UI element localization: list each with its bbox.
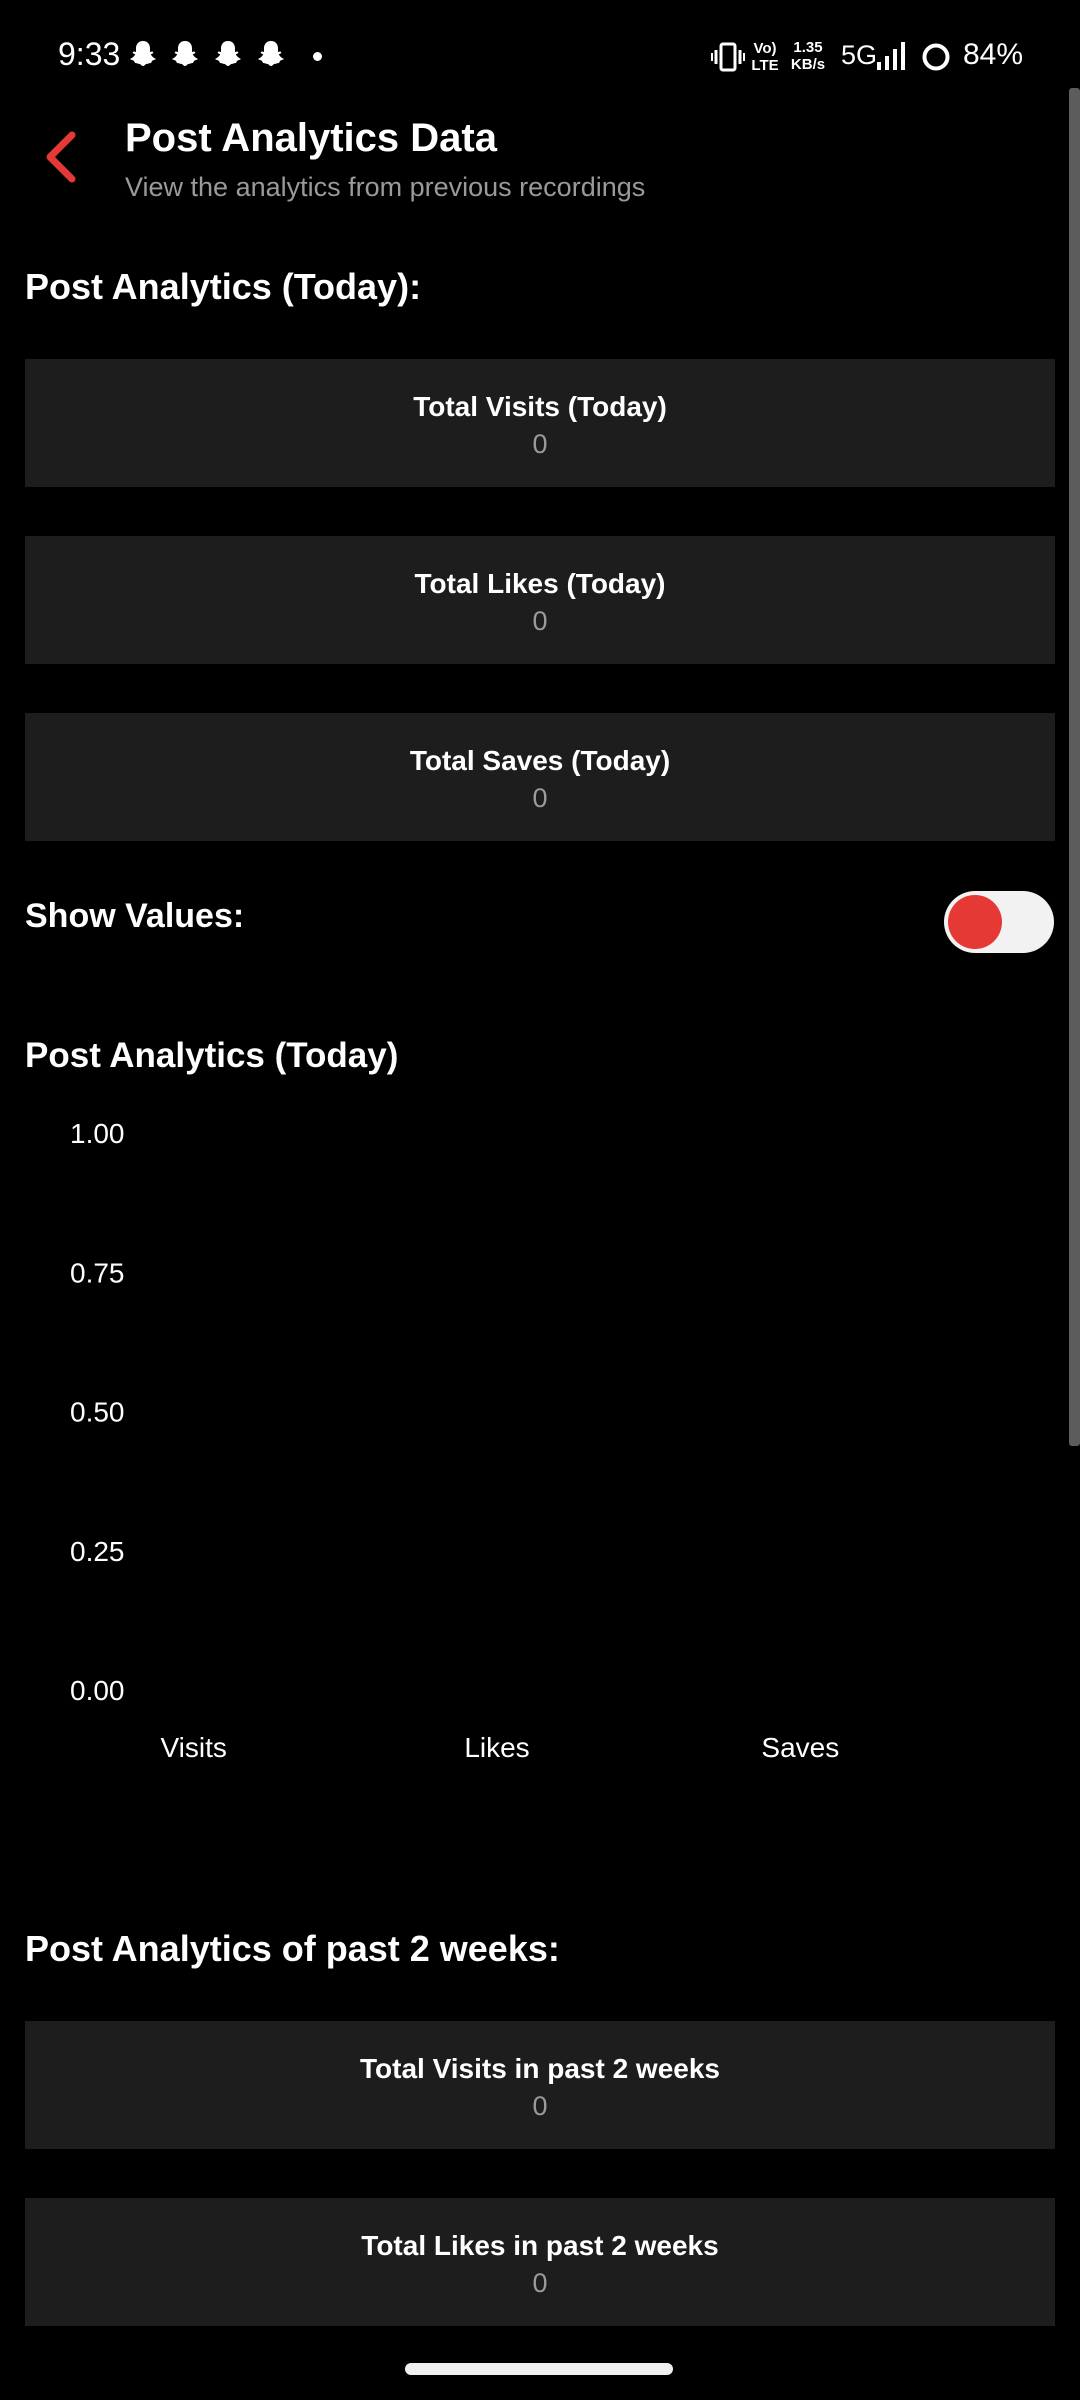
- stat-value: 0: [532, 783, 548, 813]
- toggle-thumb: [948, 895, 1002, 949]
- x-tick-label: Visits: [160, 1732, 226, 1763]
- snapchat-notification-icon: [215, 41, 241, 66]
- stat-value: 0: [532, 2091, 548, 2121]
- stat-label: Total Saves (Today): [409, 745, 671, 776]
- y-tick-label: 0.75: [70, 1257, 125, 1288]
- vibrate-icon: [711, 42, 745, 72]
- x-tick-label: Saves: [761, 1732, 839, 1763]
- network-speed: 1.35 KB/s: [790, 39, 826, 73]
- stat-value: 0: [532, 2268, 548, 2298]
- stat-value: 0: [532, 429, 548, 459]
- home-indicator[interactable]: [405, 2363, 673, 2375]
- y-tick-label: 0.25: [70, 1536, 125, 1567]
- status-time: 9:33: [58, 36, 121, 72]
- status-bar: 9:33 Vo) LTE 1.35 KB/s 5G 84%: [0, 0, 1080, 110]
- x-tick-label: Likes: [464, 1732, 529, 1763]
- show-values-label: Show Values:: [25, 897, 245, 935]
- y-tick-label: 0.50: [70, 1397, 125, 1428]
- scrollbar[interactable]: [1069, 88, 1080, 1446]
- today-bar-chart: 1.00 0.75 0.50 0.25 0.00 Visits Likes Saves: [70, 1118, 839, 1763]
- stat-label: Total Visits in past 2 weeks: [360, 2053, 720, 2084]
- total-visits-today-card: Total Visits (Today) 0: [25, 359, 1055, 487]
- signal-bars-icon: [877, 42, 905, 70]
- total-saves-today-card: Total Saves (Today) 0: [25, 713, 1055, 841]
- total-visits-two-weeks-card: Total Visits in past 2 weeks 0: [25, 2021, 1055, 2149]
- back-button[interactable]: [38, 125, 88, 189]
- y-tick-label: 1.00: [70, 1118, 125, 1149]
- total-likes-today-card: Total Likes (Today) 0: [25, 536, 1055, 664]
- network-type: 5G: [841, 40, 878, 70]
- battery-ring-icon: [922, 43, 950, 71]
- stat-value: 0: [532, 606, 548, 636]
- past-two-weeks-heading: Post Analytics of past 2 weeks:: [25, 1928, 560, 1969]
- chart-heading: Post Analytics (Today): [25, 1036, 399, 1075]
- y-tick-label: 0.00: [70, 1675, 125, 1706]
- page-title: Post Analytics Data: [125, 116, 497, 160]
- today-heading: Post Analytics (Today):: [25, 266, 422, 307]
- snapchat-notification-icon: [130, 41, 156, 66]
- stat-label: Total Likes in past 2 weeks: [361, 2230, 719, 2261]
- more-notifications-dot: [313, 52, 322, 61]
- snapchat-notification-icon: [258, 41, 284, 66]
- volte-indicator: Vo) LTE: [751, 40, 779, 74]
- page-subtitle: View the analytics from previous recordi…: [125, 172, 646, 202]
- battery-percent: 84%: [963, 38, 1024, 71]
- stat-label: Total Visits (Today): [413, 391, 667, 422]
- snapchat-notification-icon: [172, 41, 198, 66]
- stat-label: Total Likes (Today): [414, 568, 666, 599]
- total-likes-two-weeks-card: Total Likes in past 2 weeks 0: [25, 2198, 1055, 2326]
- show-values-toggle[interactable]: [944, 891, 1054, 953]
- chevron-left-icon: [46, 131, 76, 183]
